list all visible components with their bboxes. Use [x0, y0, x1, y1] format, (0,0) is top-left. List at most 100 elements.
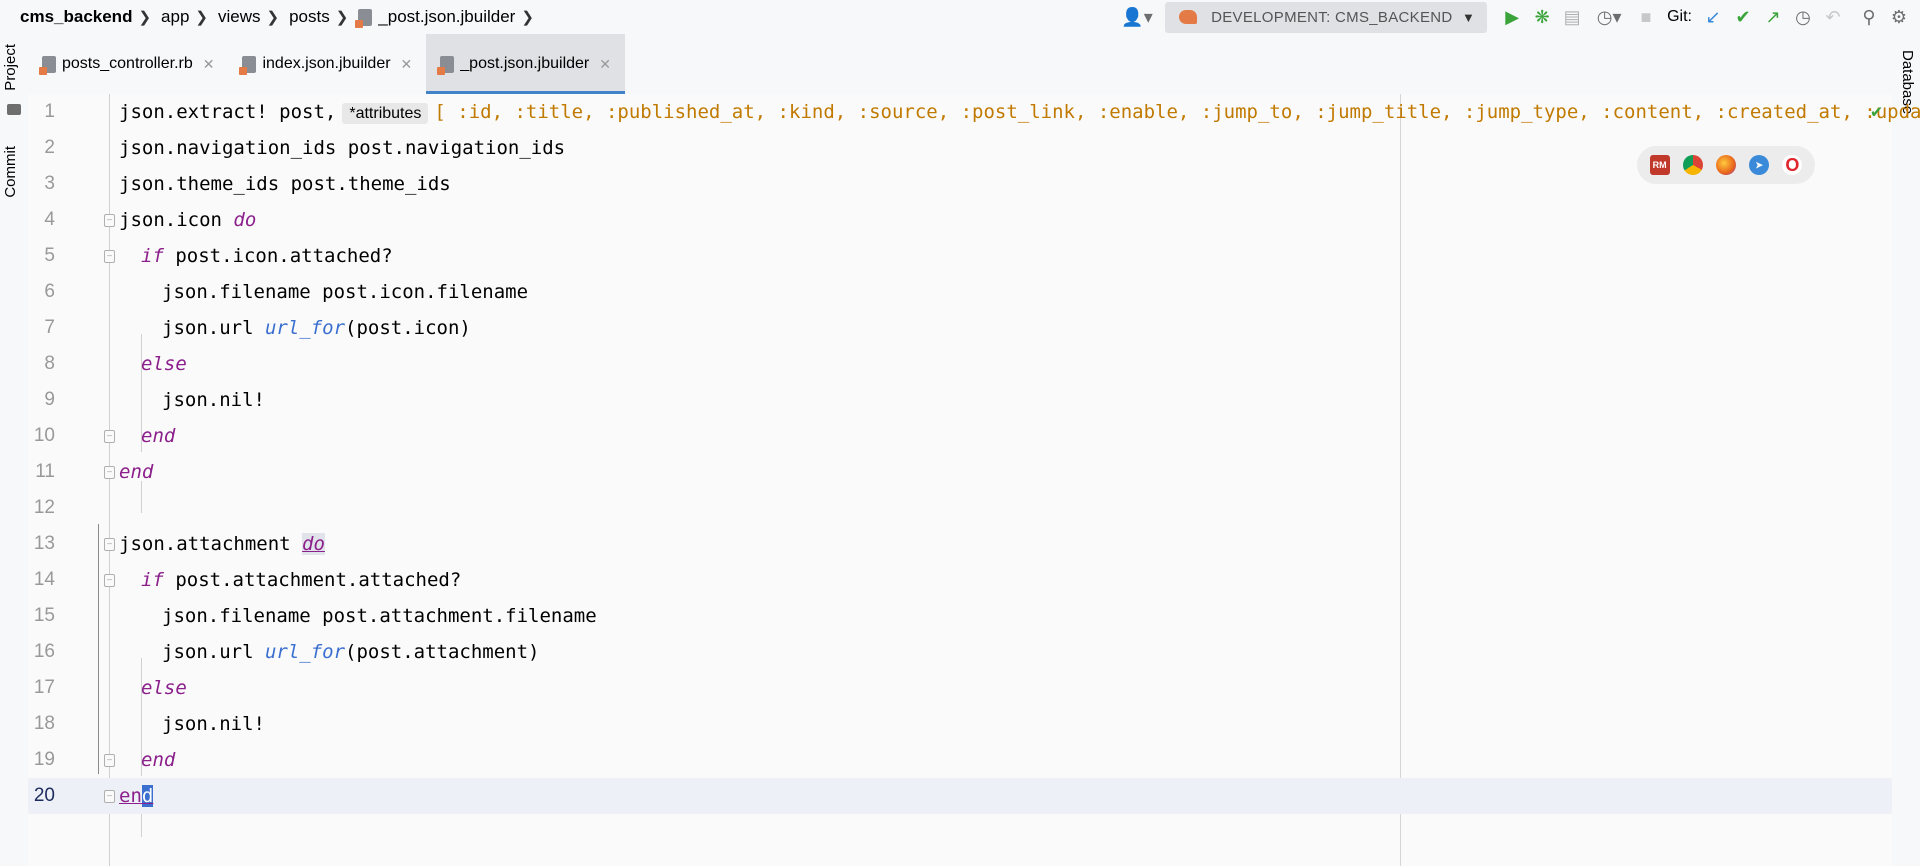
close-icon[interactable]: ✕ [401, 56, 413, 73]
fold-icon[interactable]: – [104, 790, 115, 803]
line-number: 4 [44, 209, 55, 230]
run-icon[interactable]: ▶ [1497, 2, 1527, 32]
code-line[interactable]: 9 json.nil! [28, 382, 1892, 418]
left-tool-window-strip: Project Commit [0, 34, 28, 866]
code-text: json.icon do [119, 209, 257, 231]
main-toolbar: 👤▾ DEVELOPMENT: CMS_BACKEND ▼ ▶ ❋ ▤ ◷▾ ■… [1115, 0, 1920, 34]
checkmark-icon: ✔ [1871, 101, 1882, 122]
line-number: 15 [33, 605, 55, 626]
breadcrumb-file[interactable]: _post.json.jbuilder [378, 7, 515, 27]
code-line[interactable]: 8 else [28, 346, 1892, 382]
chrome-icon[interactable] [1682, 155, 1703, 175]
fold-icon[interactable]: – [104, 250, 115, 263]
breadcrumb-app[interactable]: app [161, 7, 189, 27]
fold-icon[interactable]: – [104, 214, 115, 227]
line-number: 6 [44, 281, 55, 302]
safari-icon[interactable]: ➤ [1749, 155, 1770, 175]
code-line[interactable]: 1 json.extract! post, *attributes[ :id, :… [28, 94, 1920, 130]
line-number: 13 [33, 533, 55, 554]
chevron-right-icon: ❯ [195, 9, 208, 26]
opera-icon[interactable]: O [1782, 155, 1803, 175]
code-line[interactable]: 19 – end [28, 742, 1892, 778]
editor-tabs: posts_controller.rb ✕ index.json.jbuilde… [28, 34, 625, 94]
code-line[interactable]: 12 [28, 490, 1892, 526]
jbuilder-file-icon [355, 8, 373, 28]
code-text: json.navigation_ids post.navigation_ids [119, 137, 566, 159]
line-number: 1 [44, 101, 55, 122]
jbuilder-file-icon [239, 55, 257, 75]
commit-tool-button[interactable]: Commit [2, 146, 19, 198]
code-text: json.extract! post, *attributes[ :id, :ti… [119, 101, 1920, 124]
code-text: json.nil! [162, 713, 265, 735]
settings-icon[interactable]: ⚙ [1884, 2, 1914, 32]
jbuilder-file-icon [437, 55, 455, 75]
line-number: 20 [33, 785, 55, 806]
code-text: if post.attachment.attached? [141, 569, 462, 591]
close-icon[interactable]: ✕ [599, 56, 611, 73]
line-number: 2 [44, 137, 55, 158]
fold-icon[interactable]: – [104, 754, 115, 767]
breadcrumb-views[interactable]: views [218, 7, 261, 27]
line-number: 9 [44, 389, 55, 410]
code-line[interactable]: 2 json.navigation_ids post.navigation_id… [28, 130, 1892, 166]
code-line[interactable]: 7 json.url url_for(post.icon) [28, 310, 1892, 346]
project-tool-button[interactable]: Project [2, 44, 19, 91]
code-text: json.url url_for(post.icon) [162, 317, 471, 339]
tab-index-jbuilder[interactable]: index.json.jbuilder ✕ [228, 34, 426, 94]
code-line[interactable]: 15 json.filename post.attachment.filenam… [28, 598, 1892, 634]
line-number: 19 [33, 749, 55, 770]
tab-posts-controller[interactable]: posts_controller.rb ✕ [28, 34, 228, 94]
line-number: 14 [33, 569, 55, 590]
git-push-icon[interactable]: ↗ [1758, 2, 1788, 32]
code-line[interactable]: 5 – if post.icon.attached? [28, 238, 1892, 274]
code-line[interactable]: 16 json.url url_for(post.attachment) [28, 634, 1892, 670]
chevron-down-icon: ▼ [1461, 9, 1476, 25]
search-icon[interactable]: ⚲ [1854, 2, 1884, 32]
rollback-icon[interactable]: ↶ [1818, 2, 1848, 32]
line-number: 16 [33, 641, 55, 662]
code-line[interactable]: 11 – end [28, 454, 1892, 490]
line-number: 18 [33, 713, 55, 734]
chevron-right-icon: ❯ [521, 9, 534, 26]
fold-icon[interactable]: – [104, 430, 115, 443]
fold-icon[interactable]: – [104, 466, 115, 479]
code-line[interactable]: 13 – json.attachment do [28, 526, 1892, 562]
right-tool-window-strip: Database [1892, 34, 1920, 866]
history-icon[interactable]: ◷ [1788, 2, 1818, 32]
code-editor[interactable]: 1 json.extract! post, *attributes[ :id, :… [28, 94, 1920, 866]
git-commit-icon[interactable]: ✔ [1728, 2, 1758, 32]
code-line[interactable]: 4 – json.icon do [28, 202, 1892, 238]
code-text: json.theme_ids post.theme_ids [119, 173, 451, 195]
tab-label: posts_controller.rb [62, 55, 193, 72]
code-line[interactable]: 6 json.filename post.icon.filename [28, 274, 1892, 310]
fold-icon[interactable]: – [104, 538, 115, 551]
fold-icon[interactable]: – [104, 574, 115, 587]
code-text: end [119, 461, 154, 483]
code-line[interactable]: 3 json.theme_ids post.theme_ids [28, 166, 1892, 202]
breadcrumb-posts[interactable]: posts [289, 7, 330, 27]
rubymine-icon[interactable]: RM [1649, 155, 1670, 175]
tab-post-jbuilder[interactable]: _post.json.jbuilder ✕ [426, 34, 625, 94]
code-line-current[interactable]: 20 – end [28, 778, 1892, 814]
browser-preview-popup: RM ➤ O [1637, 146, 1815, 184]
breadcrumb-project[interactable]: cms_backend [20, 7, 132, 27]
code-text: end [141, 425, 176, 447]
code-line[interactable]: 14 – if post.attachment.attached? [28, 562, 1892, 598]
firefox-icon[interactable] [1715, 155, 1736, 175]
code-line[interactable]: 10 – end [28, 418, 1892, 454]
line-number: 11 [35, 461, 55, 482]
debug-icon[interactable]: ❋ [1527, 2, 1557, 32]
coverage-icon[interactable]: ▤ [1557, 2, 1587, 32]
code-line[interactable]: 18 json.nil! [28, 706, 1892, 742]
chevron-right-icon: ❯ [266, 9, 280, 26]
code-line[interactable]: 17 else [28, 670, 1892, 706]
git-update-icon[interactable]: ↙ [1698, 2, 1728, 32]
close-icon[interactable]: ✕ [203, 56, 215, 73]
line-number: 12 [33, 497, 55, 518]
profile-icon[interactable]: ◷▾ [1587, 2, 1631, 32]
stop-icon[interactable]: ■ [1631, 2, 1661, 32]
line-number: 7 [44, 317, 55, 338]
user-icon[interactable]: 👤▾ [1115, 2, 1159, 32]
code-text: json.nil! [162, 389, 265, 411]
run-configuration-select[interactable]: DEVELOPMENT: CMS_BACKEND ▼ [1165, 1, 1488, 33]
